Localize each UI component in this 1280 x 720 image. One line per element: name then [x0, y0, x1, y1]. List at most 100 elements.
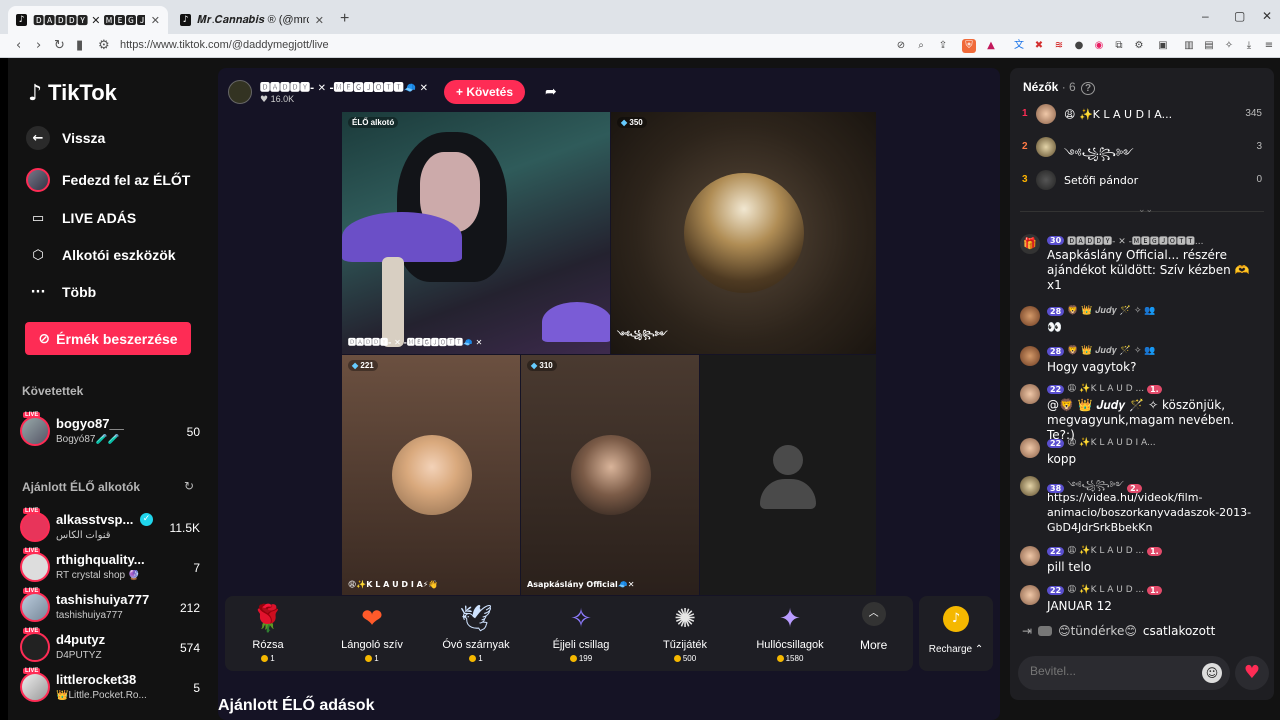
chat-text: @🦁 👑 𝑱𝒖𝒅𝒚 🪄 ✧ köszönjük, megvagyunk,maga…: [1047, 398, 1235, 442]
info-icon[interactable]: ?: [1081, 82, 1096, 95]
get-coins-button[interactable]: ⊘ Érmék beszerzése: [25, 322, 191, 355]
forward-icon[interactable]: ›: [36, 38, 41, 53]
color-extension-icon[interactable]: ◉: [1092, 39, 1106, 53]
puzzle-icon[interactable]: ⧉: [1112, 39, 1126, 53]
close-tab-icon[interactable]: ✕: [315, 14, 324, 27]
chat-input[interactable]: [1030, 664, 1190, 678]
coin-icon: [469, 655, 477, 663]
enter-icon: ⇥: [1022, 624, 1033, 638]
viewer-count: 5: [193, 681, 200, 695]
recommended-account[interactable]: LIVE tashishuiya777 tashishuiya777 212: [20, 588, 200, 626]
chat-avatar[interactable]: [1020, 438, 1040, 458]
x-extension-icon[interactable]: ✖: [1032, 39, 1046, 53]
circle-extension-icon[interactable]: ●: [1072, 39, 1086, 53]
url-field[interactable]: https://www.tiktok.com/@daddymegjott/liv…: [120, 39, 329, 51]
recommended-account[interactable]: LIVE rthighquality... RT crystal shop 🔮 …: [20, 548, 200, 586]
chat-avatar[interactable]: [1020, 346, 1040, 366]
gift-wings[interactable]: 🕊 Óvó szárnyak 1: [426, 604, 526, 663]
guest-video-tile[interactable]: ◆ 310 Asapkáslány Official🧢✕: [521, 355, 699, 595]
account-name: tashishuiya777: [56, 592, 150, 607]
back-icon[interactable]: ‹: [16, 38, 21, 53]
tile-badge-value: 350: [629, 118, 643, 127]
tiktok-logo[interactable]: ♪ TikTok: [28, 80, 117, 106]
share-icon[interactable]: ⇪: [936, 39, 950, 53]
sidebar-icon[interactable]: ▥: [1182, 39, 1196, 53]
chat-link[interactable]: https://videa.hu/videok/film-animacio/bo…: [1047, 490, 1265, 535]
triangle-extension-icon[interactable]: ▲: [984, 39, 998, 53]
browser-tab[interactable]: ♪ 𝑴𝒓.𝑪𝒂𝒏𝒏𝒂𝒃𝒊𝒔 ® (@mrcannabis_) ✕: [172, 6, 332, 34]
avatar: [20, 672, 50, 702]
more-dots-icon: ···: [30, 284, 46, 300]
new-tab-button[interactable]: +: [340, 10, 349, 28]
chat-user-line[interactable]: 30 🅳🅰🅳🅳🆈- ✕ -🅼🅴🅶🅹🅾🆃🆃...: [1047, 234, 1203, 247]
tile-badge: ◆ 310: [527, 360, 557, 371]
recharge-button[interactable]: ♪ Recharge ⌃: [919, 596, 993, 671]
close-window-icon[interactable]: ✕: [1262, 9, 1272, 23]
chat-user-line[interactable]: 28 🦁 👑 𝑱𝒖𝒅𝒚 🪄 ✧ 👥: [1047, 346, 1156, 356]
close-tab-icon[interactable]: ✕: [151, 14, 160, 27]
download-icon[interactable]: ⤓: [1242, 39, 1256, 53]
gift-fireworks[interactable]: ✺ Tűzijáték 500: [635, 604, 735, 663]
zoom-icon[interactable]: ⌕: [914, 39, 928, 53]
viewers-header[interactable]: Nézők · 6 ?: [1023, 80, 1096, 95]
bookmark-icon[interactable]: ▮: [76, 38, 83, 53]
refresh-icon[interactable]: ↻: [184, 479, 194, 493]
chevron-down-icon[interactable]: ⌄⌄: [1138, 204, 1153, 215]
recommended-account[interactable]: LIVE littlerocket38 👑Little.Pocket.Ro...…: [20, 668, 200, 706]
menu-icon[interactable]: ≡: [1262, 39, 1276, 53]
chat-user-line[interactable]: 22 😩 ✨K L A U D ... 1.: [1047, 384, 1162, 394]
host-video-tile[interactable]: ÉLŐ alkotó 🅳🅰🅳🅳🆈- ✕ -🅼🅴🅶🅹🅾🆃🆃🧢 ✕: [342, 112, 610, 354]
more-gifts-button[interactable]: ︿ More: [860, 602, 887, 652]
wallet-icon[interactable]: ▤: [1202, 39, 1216, 53]
leo-icon[interactable]: ✧: [1222, 39, 1236, 53]
emoji-icon[interactable]: ☺: [1202, 663, 1222, 683]
hls-extension-icon[interactable]: ≋: [1052, 39, 1066, 53]
follow-button[interactable]: + Követés: [443, 80, 525, 104]
no-image-icon[interactable]: ⊘: [894, 39, 908, 53]
site-settings-icon[interactable]: ⚙: [98, 38, 110, 53]
joined-username[interactable]: 😊tündérke😊: [1058, 624, 1137, 638]
recommended-account[interactable]: LIVE d4putyz D4PUTYZ 574: [20, 628, 200, 666]
gift-shooting-stars[interactable]: ✦ Hullócsillagok 1580: [740, 604, 840, 663]
host-name[interactable]: 🅳🅰🅳🅳🆈- ✕ -🅼🅴🅶🅹🅾🆃🆃🧢 ✕: [260, 79, 428, 94]
following-account[interactable]: LIVE bogyo87__ Bogyó87🧪🧪 50: [20, 412, 200, 450]
top-viewer-row[interactable]: 2 ༺꧁꧂༻ 3: [1022, 137, 1262, 160]
like-heart-button[interactable]: ♥: [1235, 656, 1269, 690]
share-icon[interactable]: ➦: [545, 84, 557, 100]
nav-creator-tools[interactable]: ⬡ Alkotói eszközök: [26, 243, 175, 267]
gear-icon[interactable]: ⚙: [1132, 39, 1146, 53]
chat-user-line[interactable]: 22 😩 ✨K L A U D ... 1.: [1047, 546, 1162, 556]
guest-video-tile[interactable]: ◆ 350 ༺꧁꧂༻: [611, 112, 876, 354]
chat-avatar[interactable]: [1020, 585, 1040, 605]
wings-icon: 🕊: [459, 604, 493, 634]
nav-explore-live[interactable]: Fedezd fel az ÉLŐT: [26, 168, 190, 192]
reload-icon[interactable]: ↻: [54, 38, 65, 53]
top-viewer-row[interactable]: 3 Setőfi pándor 0: [1022, 170, 1262, 192]
host-avatar[interactable]: [228, 80, 252, 104]
chat-avatar[interactable]: [1020, 476, 1040, 496]
gift-rose[interactable]: 🌹 Rózsa 1: [218, 604, 318, 663]
empty-guest-slot[interactable]: [700, 355, 876, 595]
translate-icon[interactable]: 文: [1012, 39, 1026, 53]
nav-back[interactable]: ← Vissza: [26, 126, 105, 150]
chat-avatar[interactable]: [1020, 546, 1040, 566]
gift-flaming-heart[interactable]: ❤ Lángoló szív 1: [322, 604, 422, 663]
chat-avatar[interactable]: [1020, 384, 1040, 404]
chat-avatar[interactable]: [1020, 306, 1040, 326]
minimize-icon[interactable]: –: [1202, 9, 1209, 23]
chat-user-line[interactable]: 22 😩 ✨K L A U D ... 1.: [1047, 585, 1162, 595]
browser-tab-active[interactable]: ♪ 🅳🅰🅳🅳🆈 ✕ 🅼🅴🅶🅹🅾🆃🆃 (@d ✕: [8, 6, 168, 34]
recommended-account[interactable]: LIVE alkasstvsp... ✓ قنوات الكاس 11.5K: [20, 508, 200, 546]
nav-more[interactable]: ··· Több: [26, 280, 97, 304]
level-badge: 28: [1047, 346, 1065, 356]
chat-user-line[interactable]: 22 😩 ✨K L A U D I A...: [1047, 438, 1156, 448]
nav-live-studio[interactable]: ▭ LIVE ADÁS: [26, 206, 136, 230]
gift-night-star[interactable]: ✧ Éjjeli csillag 199: [531, 604, 631, 663]
top-viewer-row[interactable]: 1 😩 ✨K L A U D I A... 345: [1022, 104, 1262, 126]
media-icon[interactable]: ▣: [1156, 39, 1170, 53]
chat-user-line[interactable]: 28 🦁 👑 𝑱𝒖𝒅𝒚 🪄 ✧ 👥: [1047, 306, 1156, 316]
brave-shield-icon[interactable]: ⛨: [962, 39, 976, 53]
maximize-icon[interactable]: ▢: [1234, 9, 1245, 23]
gift-name: Lángoló szív: [341, 639, 403, 651]
guest-video-tile[interactable]: ◆ 221 😩✨K L A U D I A⚡👋: [342, 355, 520, 595]
